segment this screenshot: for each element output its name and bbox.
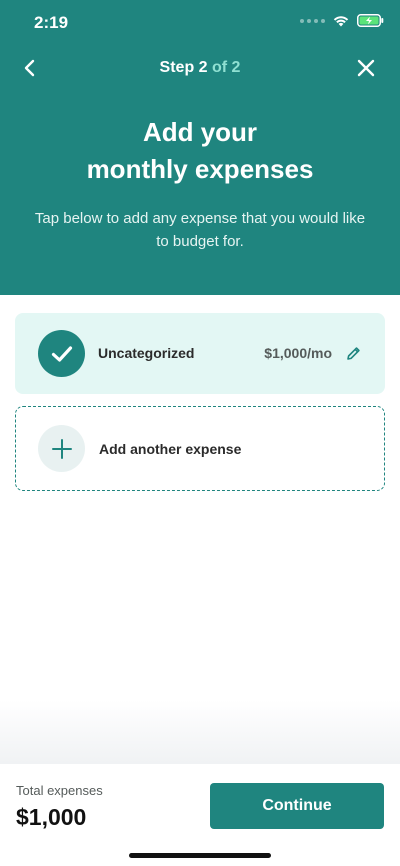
status-time: 2:19 (34, 13, 69, 32)
continue-button[interactable]: Continue (210, 783, 384, 829)
plus-icon (38, 425, 85, 472)
total-expenses-label: Total expenses (16, 783, 103, 798)
signal-icon (300, 18, 325, 23)
add-expense-label: Add another expense (99, 441, 242, 457)
total-expenses-value: $1,000 (16, 804, 87, 830)
step-total: of 2 (207, 59, 241, 76)
edit-expense-button[interactable] (343, 343, 363, 363)
footer: Total expenses $1,000 Continue (0, 764, 400, 866)
status-indicators (300, 14, 384, 27)
step-indicator: Step 2 of 2 (0, 59, 400, 77)
wifi-icon (333, 15, 349, 27)
page-title: Add your monthly expenses (0, 114, 400, 188)
page-subtitle: Tap below to add any expense that you wo… (34, 210, 366, 250)
pencil-icon (346, 346, 360, 360)
page-title-line1: Add your (142, 117, 258, 147)
battery-icon (357, 14, 384, 27)
home-indicator (129, 853, 271, 858)
status-bar: 2:19 (0, 0, 400, 44)
step-current: Step 2 (159, 59, 208, 76)
expense-amount: $1,000/mo (264, 345, 332, 361)
nav-bar: Step 2 of 2 (0, 50, 400, 86)
footer-shadow (0, 700, 400, 764)
header: 2:19 Step 2 of 2 Add your monthly expens… (0, 0, 400, 295)
expense-name: Uncategorized (98, 345, 195, 361)
close-button[interactable] (352, 54, 380, 82)
screen: 2:19 Step 2 of 2 Add your monthly expens… (0, 0, 400, 866)
page-title-line2: monthly expenses (86, 154, 314, 184)
expense-item-uncategorized[interactable]: Uncategorized $1,000/mo (15, 313, 385, 394)
checkmark-icon (38, 330, 85, 377)
add-expense-button[interactable]: Add another expense (15, 406, 385, 491)
close-icon (357, 59, 375, 77)
